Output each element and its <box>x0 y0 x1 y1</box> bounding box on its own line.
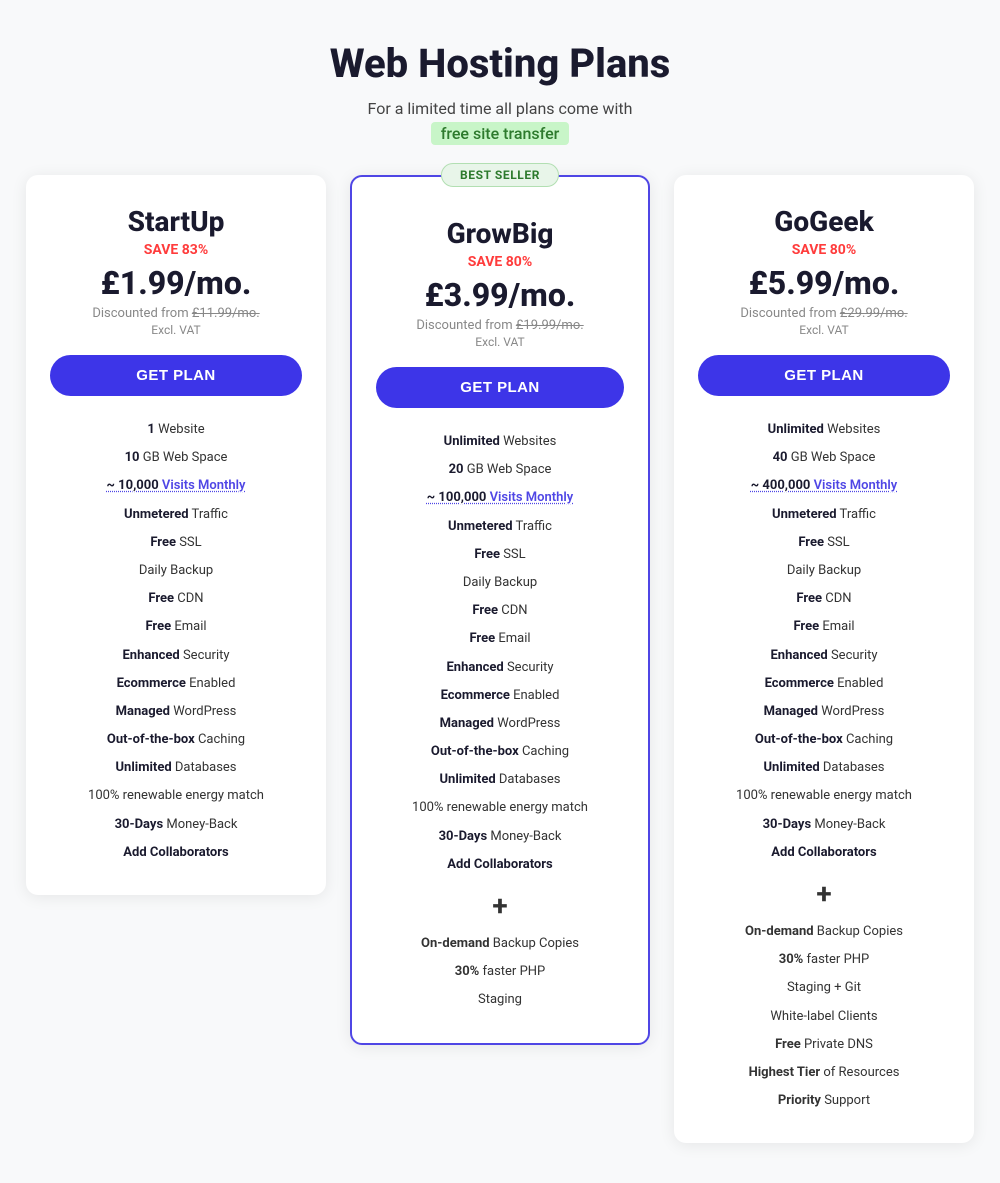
price-startup: £1.99/mo. <box>50 264 302 302</box>
feature-item: Free Email <box>376 625 624 653</box>
feature-item: 10 GB Web Space <box>50 444 302 472</box>
feature-item: Free CDN <box>376 597 624 625</box>
excl-vat-growbig: Excl. VAT <box>376 335 624 349</box>
feature-item: ~ 400,000 Visits Monthly <box>698 472 950 500</box>
feature-item: Enhanced Security <box>50 642 302 670</box>
plus-divider-growbig: + <box>376 889 624 922</box>
feature-item: ~ 100,000 Visits Monthly <box>376 484 624 512</box>
feature-item: 30-Days Money-Back <box>50 811 302 839</box>
feature-item: Enhanced Security <box>698 642 950 670</box>
price-gogeek: £5.99/mo. <box>698 264 950 302</box>
feature-item: Unlimited Websites <box>376 428 624 456</box>
extra-feature-item: 30% faster PHP <box>698 946 950 974</box>
feature-item: Out-of-the-box Caching <box>698 726 950 754</box>
feature-item: Unlimited Websites <box>698 416 950 444</box>
feature-item: Managed WordPress <box>376 710 624 738</box>
feature-item: Unmetered Traffic <box>698 501 950 529</box>
save-label-startup: SAVE 83% <box>50 242 302 258</box>
feature-item: ~ 10,000 Visits Monthly <box>50 472 302 500</box>
extra-feature-item: On-demand Backup Copies <box>698 918 950 946</box>
feature-item: Ecommerce Enabled <box>50 670 302 698</box>
best-seller-badge: BEST SELLER <box>441 163 559 187</box>
feature-item: Free SSL <box>50 529 302 557</box>
feature-item: Ecommerce Enabled <box>698 670 950 698</box>
feature-item: Managed WordPress <box>50 698 302 726</box>
excl-vat-startup: Excl. VAT <box>50 323 302 337</box>
feature-item: Free SSL <box>376 541 624 569</box>
price-growbig: £3.99/mo. <box>376 276 624 314</box>
extra-feature-item: Free Private DNS <box>698 1031 950 1059</box>
feature-item: Unlimited Databases <box>50 754 302 782</box>
feature-item: Unmetered Traffic <box>50 501 302 529</box>
feature-item: Unmetered Traffic <box>376 513 624 541</box>
get-plan-button-growbig[interactable]: GET PLAN <box>376 367 624 408</box>
discounted-from-startup: Discounted from £11.99/mo. <box>50 306 302 321</box>
feature-item: Daily Backup <box>698 557 950 585</box>
feature-item: Add Collaborators <box>698 839 950 867</box>
feature-item: Add Collaborators <box>376 851 624 879</box>
discounted-from-growbig: Discounted from £19.99/mo. <box>376 318 624 333</box>
save-label-growbig: SAVE 80% <box>376 254 624 270</box>
feature-item: 30-Days Money-Back <box>376 823 624 851</box>
extra-feature-item: Highest Tier of Resources <box>698 1059 950 1087</box>
extra-feature-item: Priority Support <box>698 1087 950 1115</box>
page-subtitle: For a limited time all plans come with <box>330 99 671 118</box>
feature-item: Daily Backup <box>376 569 624 597</box>
plus-divider-gogeek: + <box>698 877 950 910</box>
extra-feature-item: On-demand Backup Copies <box>376 930 624 958</box>
get-plan-button-startup[interactable]: GET PLAN <box>50 355 302 396</box>
feature-item: Out-of-the-box Caching <box>50 726 302 754</box>
excl-vat-gogeek: Excl. VAT <box>698 323 950 337</box>
plan-card-startup: StartUp SAVE 83% £1.99/mo. Discounted from … <box>26 175 326 895</box>
save-label-gogeek: SAVE 80% <box>698 242 950 258</box>
extra-feature-item: White-label Clients <box>698 1003 950 1031</box>
feature-item: 30-Days Money-Back <box>698 811 950 839</box>
feature-item: 1 Website <box>50 416 302 444</box>
feature-item: Free CDN <box>50 585 302 613</box>
plan-name-growbig: GrowBig <box>376 217 624 250</box>
get-plan-button-gogeek[interactable]: GET PLAN <box>698 355 950 396</box>
feature-item: 100% renewable energy match <box>698 782 950 810</box>
feature-item: Managed WordPress <box>698 698 950 726</box>
plans-container: StartUp SAVE 83% £1.99/mo. Discounted from … <box>20 175 980 1143</box>
features-list-growbig: Unlimited Websites20 GB Web Space~ 100,0… <box>376 428 624 879</box>
feature-item: Out-of-the-box Caching <box>376 738 624 766</box>
feature-item: 20 GB Web Space <box>376 456 624 484</box>
feature-item: 100% renewable energy match <box>50 782 302 810</box>
page-title: Web Hosting Plans <box>330 40 671 87</box>
extra-feature-item: 30% faster PHP <box>376 958 624 986</box>
feature-item: 100% renewable energy match <box>376 794 624 822</box>
extra-features-growbig: On-demand Backup Copies30% faster PHPSta… <box>376 930 624 1015</box>
feature-item: Add Collaborators <box>50 839 302 867</box>
extra-features-gogeek: On-demand Backup Copies30% faster PHPSta… <box>698 918 950 1115</box>
page-header: Web Hosting Plans For a limited time all… <box>330 40 671 145</box>
plan-name-startup: StartUp <box>50 205 302 238</box>
feature-item: Unlimited Databases <box>698 754 950 782</box>
feature-item: 40 GB Web Space <box>698 444 950 472</box>
feature-item: Enhanced Security <box>376 654 624 682</box>
feature-item: Free Email <box>50 613 302 641</box>
features-list-startup: 1 Website10 GB Web Space~ 10,000 Visits … <box>50 416 302 867</box>
feature-item: Unlimited Databases <box>376 766 624 794</box>
feature-item: Ecommerce Enabled <box>376 682 624 710</box>
feature-item: Free Email <box>698 613 950 641</box>
feature-item: Daily Backup <box>50 557 302 585</box>
feature-item: Free CDN <box>698 585 950 613</box>
plan-card-gogeek: GoGeek SAVE 80% £5.99/mo. Discounted from £… <box>674 175 974 1143</box>
plan-card-growbig: BEST SELLERGrowBigSAVE 80%£3.99/mo.Disco… <box>350 175 650 1045</box>
free-transfer-badge: free site transfer <box>431 122 570 145</box>
feature-item: Free SSL <box>698 529 950 557</box>
features-list-gogeek: Unlimited Websites40 GB Web Space~ 400,0… <box>698 416 950 867</box>
discounted-from-gogeek: Discounted from £29.99/mo. <box>698 306 950 321</box>
extra-feature-item: Staging + Git <box>698 974 950 1002</box>
extra-feature-item: Staging <box>376 986 624 1014</box>
plan-name-gogeek: GoGeek <box>698 205 950 238</box>
